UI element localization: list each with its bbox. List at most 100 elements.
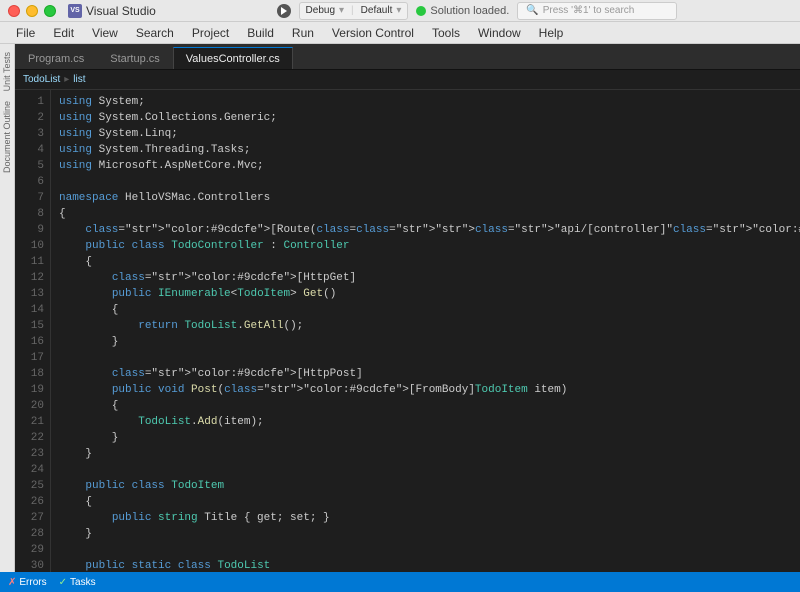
menu-build[interactable]: Build <box>239 24 282 42</box>
breadcrumb-sep: ▸ <box>64 74 69 85</box>
code-line: class="str">"color:#9cdcfe">[Route(class… <box>59 222 800 238</box>
error-icon: ✗ <box>8 577 16 588</box>
line-number: 16 <box>15 334 44 350</box>
code-line: public class TodoItem <box>59 478 800 494</box>
code-line: { <box>59 494 800 510</box>
titlebar-center: Debug ▾ | Default ▾ Solution loaded. 🔍 P… <box>162 2 792 20</box>
traffic-light-minimize[interactable] <box>26 5 38 17</box>
titlebar: VS Visual Studio Debug ▾ | Default ▾ Sol… <box>0 0 800 22</box>
run-button[interactable] <box>277 4 291 18</box>
line-number: 12 <box>15 270 44 286</box>
code-line: { <box>59 254 800 270</box>
menu-search[interactable]: Search <box>128 24 182 42</box>
errors-status[interactable]: ✗ Errors <box>8 577 47 588</box>
line-number: 7 <box>15 190 44 206</box>
errors-label: Errors <box>19 577 46 588</box>
line-number: 4 <box>15 142 44 158</box>
menu-file[interactable]: File <box>8 24 43 42</box>
code-line: public IEnumerable<TodoItem> Get() <box>59 286 800 302</box>
line-number: 27 <box>15 510 44 526</box>
code-line <box>59 350 800 366</box>
line-number: 23 <box>15 446 44 462</box>
code-content[interactable]: using System;using System.Collections.Ge… <box>51 90 800 572</box>
menu-project[interactable]: Project <box>184 24 237 42</box>
line-number: 13 <box>15 286 44 302</box>
code-line: using System; <box>59 94 800 110</box>
code-line: } <box>59 430 800 446</box>
debug-label: Debug <box>306 5 335 16</box>
menu-versioncontrol[interactable]: Version Control <box>324 24 422 42</box>
code-line: } <box>59 334 800 350</box>
menu-tools[interactable]: Tools <box>424 24 468 42</box>
breadcrumb-item-0[interactable]: TodoList <box>23 74 60 85</box>
main-layout: Unit Tests Document Outline Program.cs S… <box>0 44 800 572</box>
code-line: public string Title { get; set; } <box>59 510 800 526</box>
solution-status-text: Solution loaded. <box>430 5 509 17</box>
code-line: using System.Linq; <box>59 126 800 142</box>
tab-program-cs[interactable]: Program.cs <box>15 47 97 69</box>
code-line: namespace HelloVSMac.Controllers <box>59 190 800 206</box>
line-number: 28 <box>15 526 44 542</box>
code-line: using System.Threading.Tasks; <box>59 142 800 158</box>
app-title: VS Visual Studio <box>68 4 156 18</box>
menu-window[interactable]: Window <box>470 24 529 42</box>
code-line: public class TodoController : Controller <box>59 238 800 254</box>
line-number: 25 <box>15 478 44 494</box>
line-number: 10 <box>15 238 44 254</box>
line-number: 18 <box>15 366 44 382</box>
line-number: 19 <box>15 382 44 398</box>
line-number: 3 <box>15 126 44 142</box>
app-icon: VS <box>68 4 82 18</box>
tab-startup-cs[interactable]: Startup.cs <box>97 47 173 69</box>
line-number: 30 <box>15 558 44 572</box>
line-number: 17 <box>15 350 44 366</box>
code-line <box>59 174 800 190</box>
status-bar: ✗ Errors ✓ Tasks <box>0 572 800 592</box>
editor-container: Program.cs Startup.cs ValuesController.c… <box>15 44 800 572</box>
menu-help[interactable]: Help <box>531 24 572 42</box>
code-line: { <box>59 302 800 318</box>
code-line: { <box>59 206 800 222</box>
debug-toolbar: Debug ▾ | Default ▾ <box>299 2 409 20</box>
search-placeholder: Press '⌘1' to search <box>543 5 635 16</box>
code-line: class="str">"color:#9cdcfe">[HttpGet] <box>59 270 800 286</box>
code-line: } <box>59 446 800 462</box>
left-sidebar: Unit Tests Document Outline <box>0 44 15 572</box>
line-number: 9 <box>15 222 44 238</box>
global-search[interactable]: 🔍 Press '⌘1' to search <box>517 2 677 20</box>
code-line <box>59 462 800 478</box>
breadcrumb-item-1[interactable]: list <box>73 74 85 85</box>
sidebar-item-document-outline[interactable]: Document Outline <box>0 97 14 177</box>
line-number: 15 <box>15 318 44 334</box>
menubar: File Edit View Search Project Build Run … <box>0 22 800 44</box>
code-line: { <box>59 398 800 414</box>
code-line: class="str">"color:#9cdcfe">[HttpPost] <box>59 366 800 382</box>
line-number: 11 <box>15 254 44 270</box>
app-name-label: Visual Studio <box>86 4 156 18</box>
tasks-status[interactable]: ✓ Tasks <box>59 577 96 588</box>
line-number: 14 <box>15 302 44 318</box>
traffic-light-maximize[interactable] <box>44 5 56 17</box>
sidebar-item-unit-tests[interactable]: Unit Tests <box>0 48 14 95</box>
tab-bar: Program.cs Startup.cs ValuesController.c… <box>15 44 800 70</box>
line-number: 8 <box>15 206 44 222</box>
tasks-icon: ✓ <box>59 577 67 588</box>
code-line: TodoList.Add(item); <box>59 414 800 430</box>
tab-valuescontroller-cs[interactable]: ValuesController.cs <box>173 47 293 69</box>
solution-status: Solution loaded. <box>416 5 509 17</box>
line-number: 1 <box>15 94 44 110</box>
code-line: } <box>59 526 800 542</box>
code-line: return TodoList.GetAll(); <box>59 318 800 334</box>
menu-run[interactable]: Run <box>284 24 322 42</box>
breadcrumb: TodoList ▸ list <box>15 70 800 90</box>
menu-view[interactable]: View <box>84 24 126 42</box>
code-editor[interactable]: 1234567891011121314151617181920212223242… <box>15 90 800 572</box>
traffic-light-close[interactable] <box>8 5 20 17</box>
code-line: public static class TodoList <box>59 558 800 572</box>
code-line: using System.Collections.Generic; <box>59 110 800 126</box>
line-number: 20 <box>15 398 44 414</box>
line-number: 22 <box>15 430 44 446</box>
line-number: 29 <box>15 542 44 558</box>
menu-edit[interactable]: Edit <box>45 24 82 42</box>
line-number: 2 <box>15 110 44 126</box>
